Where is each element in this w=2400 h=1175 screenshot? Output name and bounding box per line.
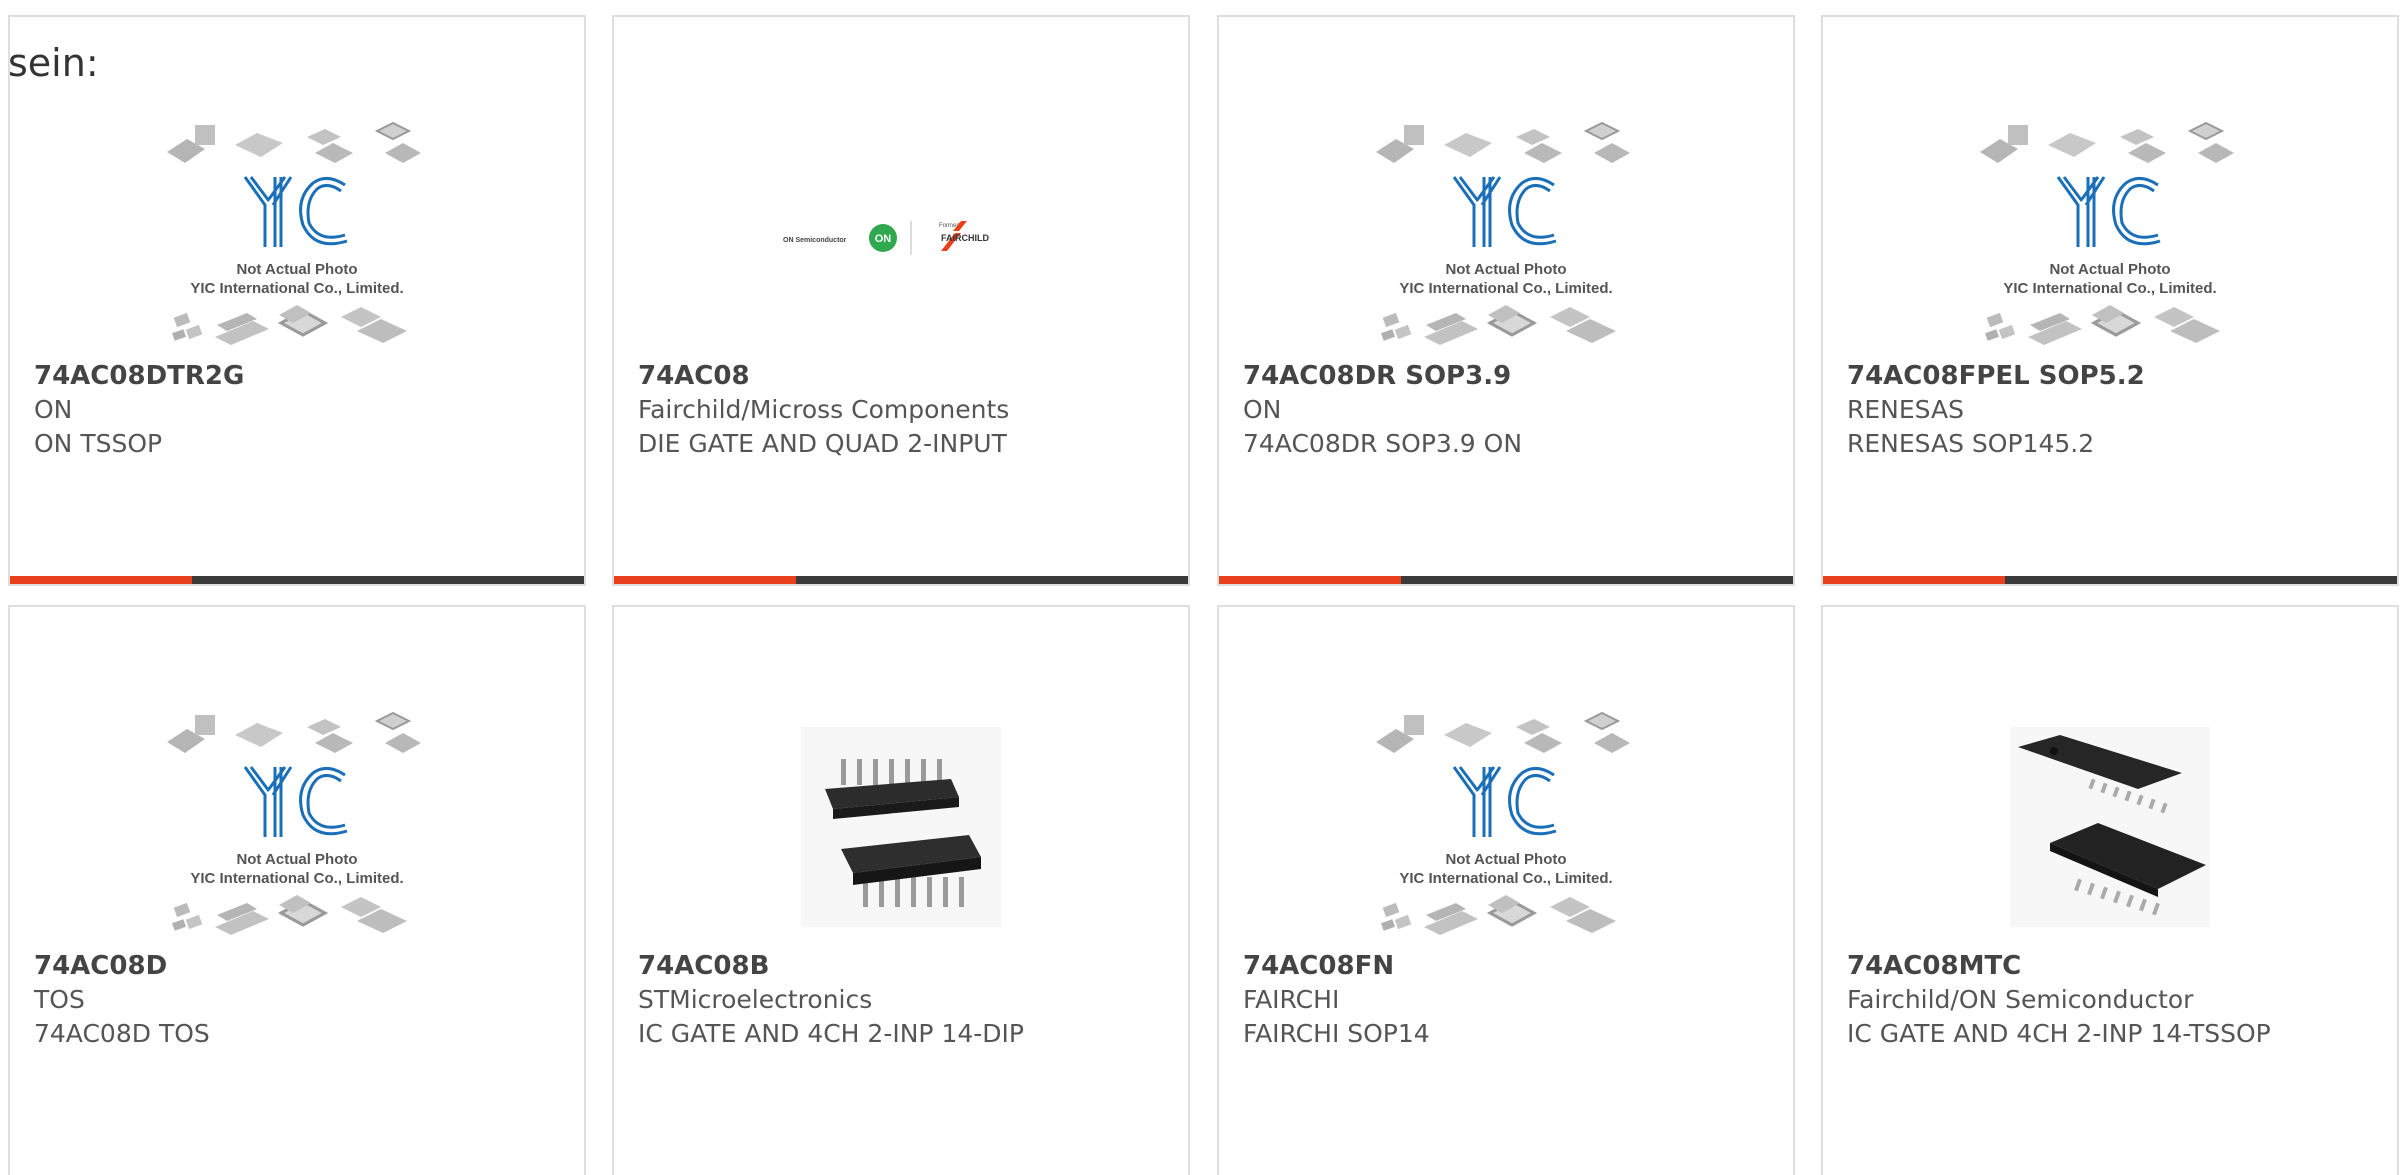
- card-bottom-bar: [10, 576, 584, 584]
- description: DIE GATE AND QUAD 2-INPUT: [638, 429, 1007, 458]
- manufacturer: Fairchild/ON Semiconductor: [1847, 985, 2194, 1014]
- card-accent-bar: [1823, 576, 2005, 584]
- card-bottom-bar: [614, 576, 1188, 584]
- description: 74AC08DR SOP3.9 ON: [1243, 429, 1523, 458]
- product-info: 74AC08DTR2G ON ON TSSOP: [34, 359, 560, 461]
- manufacturer: ON: [1243, 395, 1282, 424]
- card-accent-bar: [10, 576, 192, 584]
- svg-text:FAIRCHILD: FAIRCHILD: [941, 233, 989, 243]
- product-card[interactable]: 74AC08FPEL SOP5.2 RENESAS RENESAS SOP145.2: [1821, 15, 2399, 586]
- manufacturer: FAIRCHI: [1243, 985, 1340, 1014]
- description: 74AC08D TOS: [34, 1019, 210, 1048]
- manufacturer: TOS: [34, 985, 85, 1014]
- product-info: 74AC08MTC Fairchild/ON Semiconductor IC GA…: [1847, 949, 2373, 1051]
- product-info: 74AC08DR SOP3.9 ON 74AC08DR SOP3.9 ON: [1243, 359, 1769, 461]
- part-number[interactable]: 74AC08FPEL SOP5.2: [1847, 359, 2373, 393]
- card-accent-bar: [614, 576, 796, 584]
- product-image[interactable]: [10, 687, 584, 967]
- product-image[interactable]: [1219, 687, 1793, 967]
- not-actual-photo-placeholder-icon: [1970, 117, 2250, 357]
- description: IC GATE AND 4CH 2-INP 14-DIP: [638, 1019, 1024, 1048]
- part-number[interactable]: 74AC08MTC: [1847, 949, 2373, 983]
- product-image[interactable]: [614, 687, 1188, 967]
- card-accent-bar: [1219, 576, 1401, 584]
- not-actual-photo-placeholder-icon: [1366, 117, 1646, 357]
- onsemi-fairchild-logo-icon: ON Semiconductor ONFormerlyFAIRCHILD: [783, 221, 989, 255]
- product-image[interactable]: ON Semiconductor ON Formerly FAIRCHILD: [614, 97, 1188, 377]
- part-number[interactable]: 74AC08DTR2G: [34, 359, 560, 393]
- product-info: 74AC08B STMicroelectronics IC GATE AND 4CH…: [638, 949, 1164, 1051]
- product-image[interactable]: [1219, 97, 1793, 377]
- manufacturer: RENESAS: [1847, 395, 1964, 424]
- product-info: 74AC08D TOS 74AC08D TOS: [34, 949, 560, 1051]
- svg-text:ON: ON: [875, 233, 892, 245]
- product-card[interactable]: 74AC08D TOS 74AC08D TOS: [8, 605, 586, 1175]
- product-card[interactable]: 74AC08DR SOP3.9 ON 74AC08DR SOP3.9 ON: [1217, 15, 1795, 586]
- product-image[interactable]: [1823, 687, 2397, 967]
- product-card[interactable]: 74AC08FN FAIRCHI FAIRCHI SOP14: [1217, 605, 1795, 1175]
- product-image[interactable]: [10, 97, 584, 377]
- card-bottom-bar: [1823, 576, 2397, 584]
- product-info: 74AC08 Fairchild/Micross Components DIE GA…: [638, 359, 1164, 461]
- product-info: 74AC08FPEL SOP5.2 RENESAS RENESAS SOP145.2: [1847, 359, 2373, 461]
- part-number[interactable]: 74AC08B: [638, 949, 1164, 983]
- not-actual-photo-placeholder-icon: [1366, 707, 1646, 947]
- svg-text:ON Semiconductor: ON Semiconductor: [783, 237, 847, 244]
- section-heading: sein:: [8, 41, 99, 85]
- tssop-chip-icon: [2010, 727, 2210, 927]
- product-image[interactable]: [1823, 97, 2397, 377]
- part-number[interactable]: 74AC08FN: [1243, 949, 1769, 983]
- product-card[interactable]: 74AC08B STMicroelectronics IC GATE AND 4CH…: [612, 605, 1190, 1175]
- manufacturer: STMicroelectronics: [638, 985, 873, 1014]
- dip-chip-icon: [801, 727, 1001, 927]
- product-card[interactable]: 74AC08MTC Fairchild/ON Semiconductor IC GA…: [1821, 605, 2399, 1175]
- part-number[interactable]: 74AC08DR SOP3.9: [1243, 359, 1769, 393]
- product-card[interactable]: 74AC08DTR2G ON ON TSSOP: [8, 15, 586, 586]
- not-actual-photo-placeholder-icon: [157, 707, 437, 947]
- part-number[interactable]: 74AC08: [638, 359, 1164, 393]
- description: FAIRCHI SOP14: [1243, 1019, 1430, 1048]
- description: RENESAS SOP145.2: [1847, 429, 2095, 458]
- description: ON TSSOP: [34, 429, 163, 458]
- product-card[interactable]: ON Semiconductor ON Formerly FAIRCHILD 74AC0…: [612, 15, 1190, 586]
- manufacturer: ON: [34, 395, 73, 424]
- product-info: 74AC08FN FAIRCHI FAIRCHI SOP14: [1243, 949, 1769, 1051]
- not-actual-photo-placeholder-icon: [157, 117, 437, 357]
- description: IC GATE AND 4CH 2-INP 14-TSSOP: [1847, 1019, 2271, 1048]
- card-bottom-bar: [1219, 576, 1793, 584]
- part-number[interactable]: 74AC08D: [34, 949, 560, 983]
- manufacturer: Fairchild/Micross Components: [638, 395, 1010, 424]
